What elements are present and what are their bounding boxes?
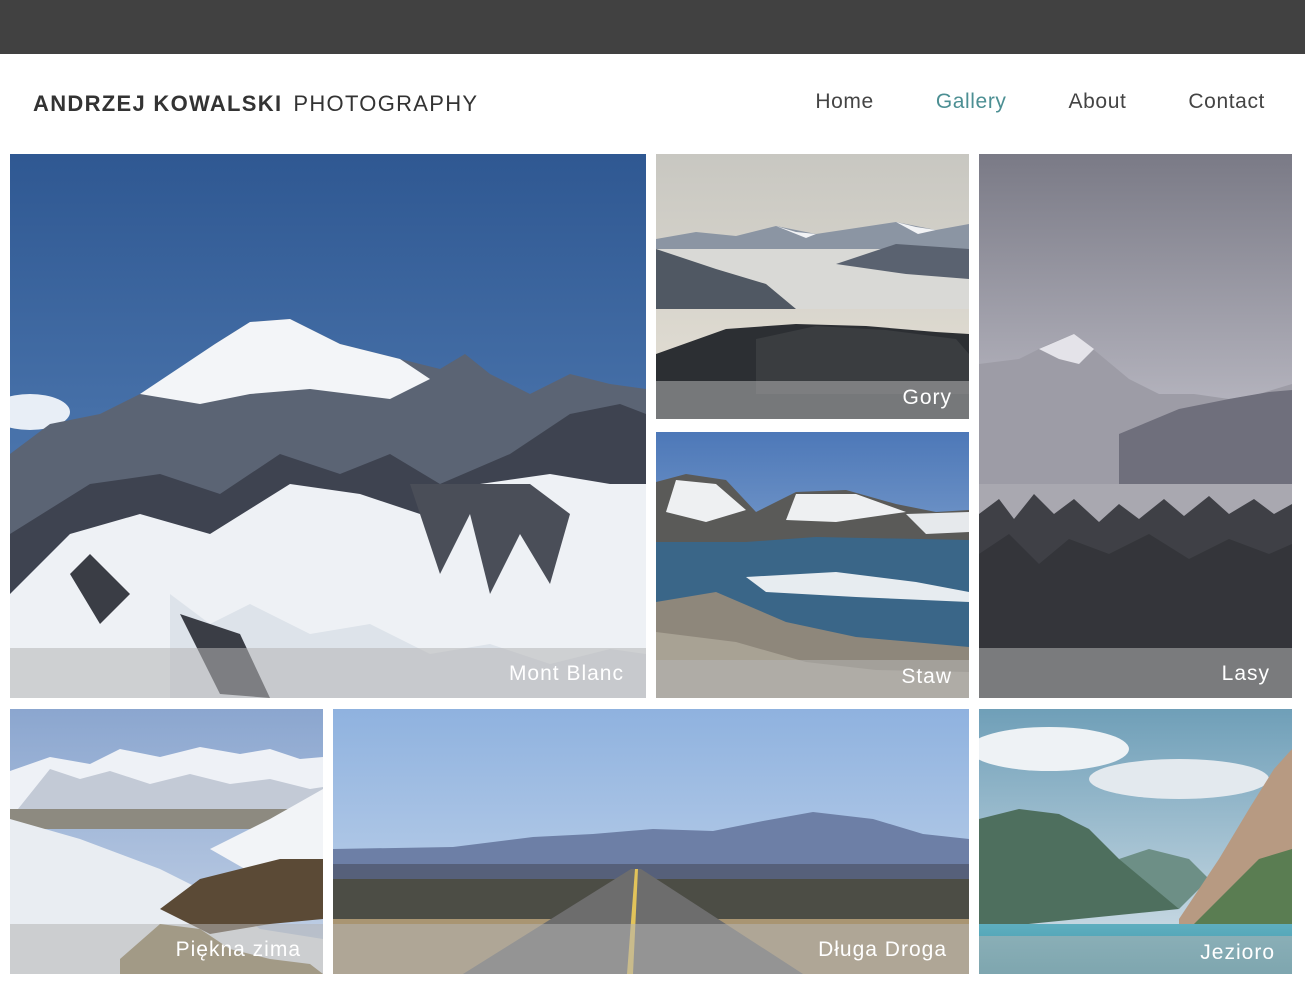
staw-image — [656, 432, 969, 698]
brand-name: ANDRZEJ KOWALSKI — [33, 91, 283, 116]
brand-subtitle: PHOTOGRAPHY — [293, 91, 479, 116]
photo-caption: Długa Droga — [333, 924, 969, 974]
gallery-photo-gory[interactable]: Gory — [656, 154, 969, 419]
main-nav: Home Gallery About Contact — [815, 90, 1265, 114]
browser-top-bar — [0, 0, 1305, 54]
gallery-photo-dluga-droga[interactable]: Długa Droga — [333, 709, 969, 974]
caption-dluga-droga: Długa Droga — [818, 938, 947, 961]
photo-caption: Gory — [656, 381, 969, 419]
photo-caption: Jezioro — [979, 936, 1292, 974]
gory-image — [656, 154, 969, 419]
gallery-photo-piekna-zima[interactable]: Piękna zima — [10, 709, 323, 974]
photo-caption: Piękna zima — [10, 924, 323, 974]
lasy-image — [979, 154, 1292, 698]
nav-contact[interactable]: Contact — [1188, 90, 1265, 114]
photo-caption: Mont Blanc — [10, 648, 646, 698]
caption-staw: Staw — [901, 665, 952, 688]
photo-caption: Lasy — [979, 648, 1292, 698]
jezioro-image — [979, 709, 1292, 974]
site-header: ANDRZEJ KOWALSKI PHOTOGRAPHY Home Gallery… — [0, 54, 1305, 154]
gallery-photo-lasy[interactable]: Lasy — [979, 154, 1292, 698]
nav-home[interactable]: Home — [815, 90, 873, 114]
photo-caption: Staw — [656, 660, 969, 698]
caption-piekna-zima: Piękna zima — [175, 938, 301, 961]
gallery-photo-mont-blanc[interactable]: Mont Blanc — [10, 154, 646, 698]
caption-mont-blanc: Mont Blanc — [508, 662, 624, 685]
site-logo[interactable]: ANDRZEJ KOWALSKI PHOTOGRAPHY — [33, 91, 478, 117]
mont-blanc-image — [10, 154, 646, 698]
nav-about[interactable]: About — [1069, 90, 1127, 114]
gallery-photo-staw[interactable]: Staw — [656, 432, 969, 698]
caption-gory: Gory — [902, 386, 952, 409]
caption-lasy: Lasy — [1221, 662, 1270, 685]
gallery-photo-jezioro[interactable]: Jezioro — [979, 709, 1292, 974]
nav-gallery[interactable]: Gallery — [936, 90, 1007, 114]
caption-jezioro: Jezioro — [1200, 941, 1275, 964]
